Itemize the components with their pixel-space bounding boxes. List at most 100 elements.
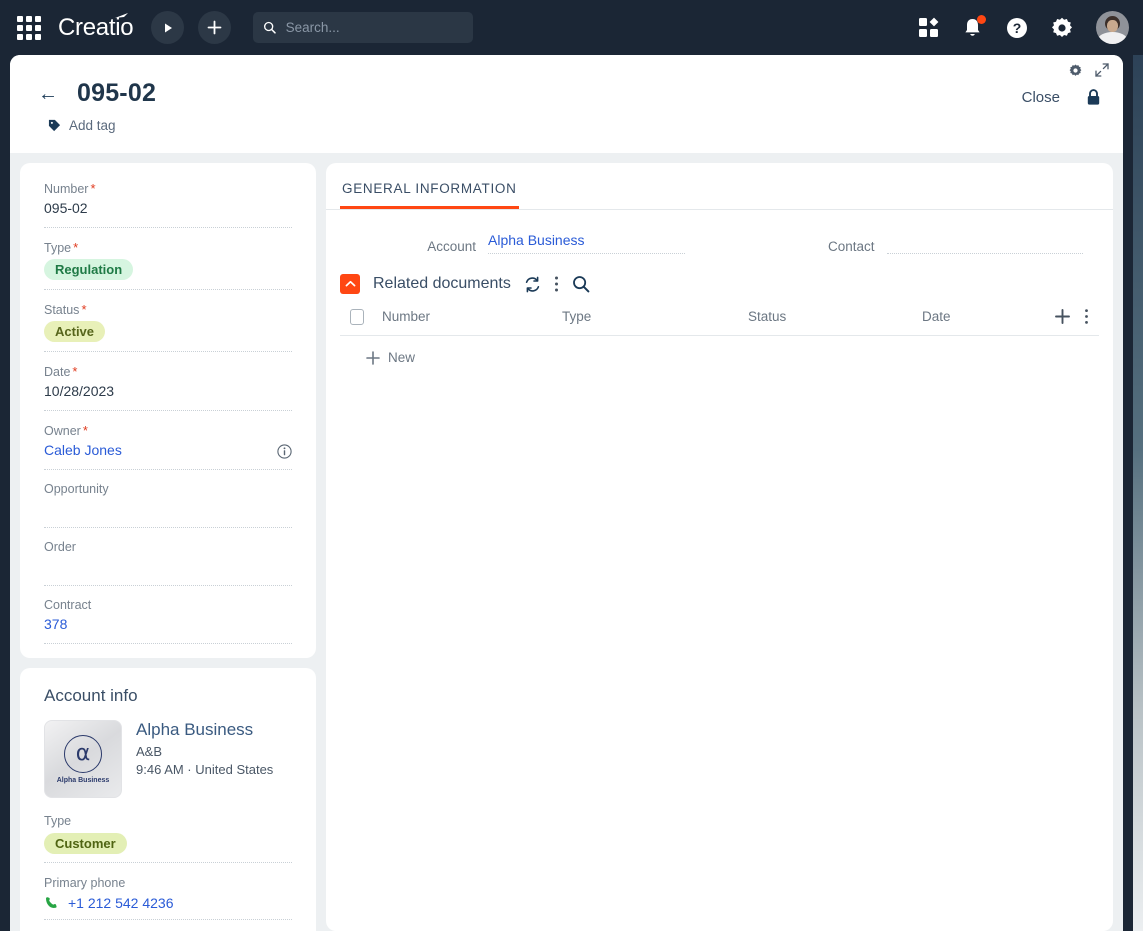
label-text: Owner bbox=[44, 424, 81, 438]
account-info-card: Account info α Alpha Business Alpha Busi… bbox=[20, 668, 316, 931]
help-icon[interactable]: ? bbox=[1006, 17, 1028, 39]
grid-options-kebab-icon[interactable] bbox=[1084, 308, 1089, 325]
tab-general-information[interactable]: GENERAL INFORMATION bbox=[340, 177, 519, 209]
select-all-checkbox[interactable] bbox=[350, 308, 364, 325]
record-header-actions: Close bbox=[1022, 89, 1101, 106]
avatar[interactable] bbox=[1096, 11, 1129, 44]
record-title-row: ← 095-02 bbox=[10, 55, 1123, 108]
account-info-title: Account info bbox=[44, 686, 138, 705]
field-status: Status * Active bbox=[44, 302, 292, 352]
field-value[interactable]: 095-02 bbox=[44, 200, 292, 218]
plus-icon bbox=[207, 20, 222, 35]
field-contact: Contact bbox=[755, 232, 1083, 254]
page-title: 095-02 bbox=[77, 79, 157, 107]
search-input[interactable] bbox=[285, 20, 464, 35]
field-value[interactable]: Regulation bbox=[44, 259, 292, 280]
add-tag-button[interactable]: Add tag bbox=[10, 108, 1123, 133]
notifications-bell-icon[interactable] bbox=[962, 14, 986, 39]
field-label: Number * bbox=[44, 181, 292, 196]
field-label: Date * bbox=[44, 364, 292, 379]
field-value[interactable]: Caleb Jones bbox=[44, 442, 122, 460]
refresh-icon[interactable] bbox=[524, 276, 541, 293]
tag-icon bbox=[48, 119, 61, 132]
required-marker: * bbox=[72, 364, 78, 379]
label-text: Number bbox=[44, 182, 89, 196]
field-account: Account Alpha Business bbox=[356, 232, 685, 254]
record-panel: ← 095-02 Close Add tag Number * 095-02 T… bbox=[10, 55, 1123, 931]
back-arrow-icon[interactable]: ← bbox=[38, 84, 58, 104]
add-column-icon[interactable] bbox=[1054, 308, 1071, 325]
field-value[interactable]: 10/28/2023 bbox=[44, 383, 292, 401]
column-header-number[interactable]: Number bbox=[382, 309, 562, 324]
account-text-block: Alpha Business A&B 9:46 AM · United Stat… bbox=[136, 720, 273, 798]
grid-header-row: Number Type Status Date bbox=[340, 308, 1099, 336]
field-label: Opportunity bbox=[44, 482, 109, 496]
add-button[interactable] bbox=[198, 11, 232, 44]
topbar-actions: ? bbox=[918, 11, 1129, 44]
label-text: Type bbox=[44, 241, 72, 255]
column-header-status[interactable]: Status bbox=[748, 309, 922, 324]
close-button[interactable]: Close bbox=[1022, 89, 1060, 106]
required-marker: * bbox=[73, 240, 79, 255]
brand-swoosh-icon bbox=[115, 12, 129, 18]
field-value[interactable]: 378 bbox=[44, 616, 292, 634]
panel-corner-actions bbox=[1069, 63, 1109, 77]
grid-actions bbox=[1054, 308, 1089, 325]
field-label: Type bbox=[44, 814, 72, 828]
required-marker: * bbox=[81, 302, 87, 317]
gear-icon[interactable] bbox=[1069, 63, 1082, 77]
kebab-menu-icon[interactable] bbox=[554, 275, 559, 293]
add-new-row-button[interactable]: New bbox=[340, 336, 1099, 365]
field-owner: Owner * Caleb Jones bbox=[44, 423, 292, 470]
field-label: Type * bbox=[44, 240, 292, 255]
column-header-date[interactable]: Date bbox=[922, 309, 1022, 324]
dashboard-icon[interactable] bbox=[918, 17, 939, 38]
field-date: Date * 10/28/2023 bbox=[44, 364, 292, 411]
field-label: Contact bbox=[827, 239, 875, 254]
tab-bar: GENERAL INFORMATION bbox=[326, 163, 1113, 210]
account-type-field: Type Customer bbox=[44, 814, 292, 863]
column-header-type[interactable]: Type bbox=[562, 309, 748, 324]
field-value[interactable] bbox=[44, 500, 292, 518]
account-phone-field: Primary phone +1 212 542 4236 bbox=[44, 876, 292, 920]
account-name[interactable]: Alpha Business bbox=[136, 720, 273, 740]
left-column: Number * 095-02 Type * Regulation Status… bbox=[20, 163, 316, 931]
section-title: Related documents bbox=[373, 275, 511, 292]
record-body: Number * 095-02 Type * Regulation Status… bbox=[10, 153, 1123, 931]
apps-grid-icon[interactable] bbox=[14, 13, 44, 43]
settings-gear-icon[interactable] bbox=[1051, 17, 1073, 39]
primary-fields-card: Number * 095-02 Type * Regulation Status… bbox=[20, 163, 316, 658]
account-phone-value[interactable]: +1 212 542 4236 bbox=[68, 895, 174, 911]
expand-icon[interactable] bbox=[1095, 63, 1109, 77]
required-marker: * bbox=[82, 423, 88, 438]
top-navigation-bar: Creatio Search... ? bbox=[0, 0, 1143, 55]
field-value[interactable] bbox=[44, 558, 292, 576]
account-logo: α Alpha Business bbox=[44, 720, 122, 798]
lock-icon[interactable] bbox=[1086, 89, 1101, 106]
search-box[interactable] bbox=[253, 12, 474, 43]
main-content-column: GENERAL INFORMATION Account Alpha Busine… bbox=[326, 163, 1113, 931]
type-pill: Regulation bbox=[44, 259, 134, 280]
field-order: Order bbox=[44, 540, 292, 586]
chevron-up-icon[interactable] bbox=[340, 274, 360, 294]
add-tag-label: Add tag bbox=[69, 118, 116, 133]
field-contract: Contract 378 bbox=[44, 598, 292, 644]
field-label: Contract bbox=[44, 598, 92, 612]
brand-logo[interactable]: Creatio bbox=[58, 12, 134, 42]
search-icon[interactable] bbox=[572, 275, 590, 293]
field-value[interactable]: Alpha Business bbox=[488, 232, 685, 254]
account-type-badge: Customer bbox=[44, 833, 127, 854]
add-new-row-label: New bbox=[388, 350, 416, 365]
top-fields-row: Account Alpha Business Contact bbox=[326, 210, 1113, 254]
play-icon[interactable] bbox=[151, 11, 185, 44]
status-badge: Active bbox=[44, 321, 106, 342]
related-documents-grid: Number Type Status Date New bbox=[326, 308, 1113, 365]
account-local-time: 9:46 AM · United States bbox=[136, 762, 274, 777]
field-value[interactable]: Active bbox=[44, 321, 292, 342]
label-text: Date bbox=[44, 365, 71, 379]
app-root: Creatio Search... ? ← 095-02 Close Add t… bbox=[0, 0, 1143, 931]
right-edge-strip bbox=[1133, 55, 1143, 931]
field-value[interactable] bbox=[886, 232, 1083, 254]
info-icon[interactable] bbox=[277, 443, 292, 459]
alpha-symbol-icon: α bbox=[64, 734, 102, 773]
